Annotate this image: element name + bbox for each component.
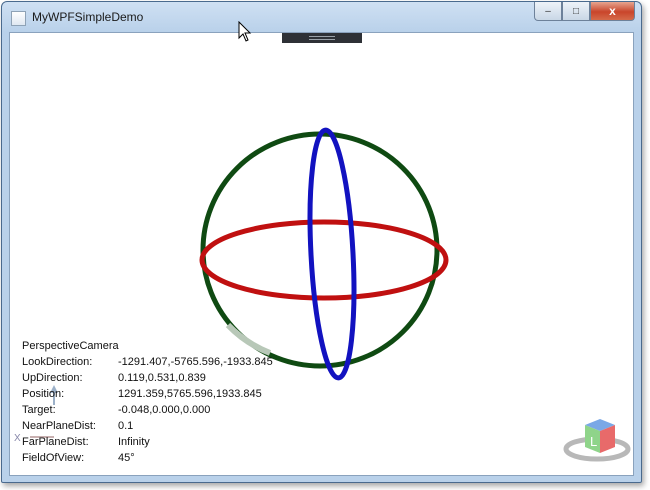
row-label: UpDirection: [22,372,83,384]
row-label: Target: [22,404,56,416]
row-value: 0.119,0.531,0.839 [118,372,206,384]
camera-info-row: LookDirection: -1291.407,-5765.596,-1933… [22,354,273,370]
row-label: Position: [22,388,65,400]
camera-info-row: FarPlaneDist: Infinity [22,434,273,450]
row-value: 1291.359,5765.596,1933.845 [118,388,262,400]
app-icon [11,11,26,26]
view-cube-face-label: L [590,434,597,449]
close-button[interactable]: x [590,2,635,21]
view-cube[interactable]: L [563,419,631,462]
row-label: FieldOfView: [22,452,85,464]
camera-info-row: NearPlaneDist: 0.1 [22,418,273,434]
mouse-cursor-icon [238,21,252,42]
caption-buttons: – □ x [534,2,635,21]
window-title: MyWPFSimpleDemo [32,10,144,24]
row-label: FarPlaneDist: [22,436,89,448]
camera-info-row: FieldOfView: 45° [22,450,273,466]
row-value: -1291.407,-5765.596,-1933.845 [118,356,273,368]
row-label: NearPlaneDist: [22,420,96,432]
camera-info-panel: PerspectiveCamera LookDirection: -1291.4… [22,338,273,466]
row-value: Infinity [118,436,150,448]
camera-type-label: PerspectiveCamera [22,340,119,352]
camera-info-row: Position: 1291.359,5765.596,1933.845 [22,386,273,402]
row-value: 45° [118,452,135,464]
row-value: -0.048,0.000,0.000 [118,404,211,416]
row-label: LookDirection: [22,356,93,368]
maximize-button[interactable]: □ [562,2,590,21]
app-window: MyWPFSimpleDemo – □ x X L PerspectiveCam… [1,1,642,483]
red-ring [199,219,449,301]
viewport-3d[interactable]: X L PerspectiveCamera LookDirection: -12… [9,32,634,476]
title-bar[interactable]: MyWPFSimpleDemo – □ x [2,2,641,32]
camera-info-row: UpDirection: 0.119,0.531,0.839 [22,370,273,386]
axis-x-label: X [14,433,21,444]
minimize-button[interactable]: – [534,2,562,21]
blue-ring [307,127,357,381]
camera-info-row: Target: -0.048,0.000,0.000 [22,402,273,418]
row-value: 0.1 [118,420,134,432]
